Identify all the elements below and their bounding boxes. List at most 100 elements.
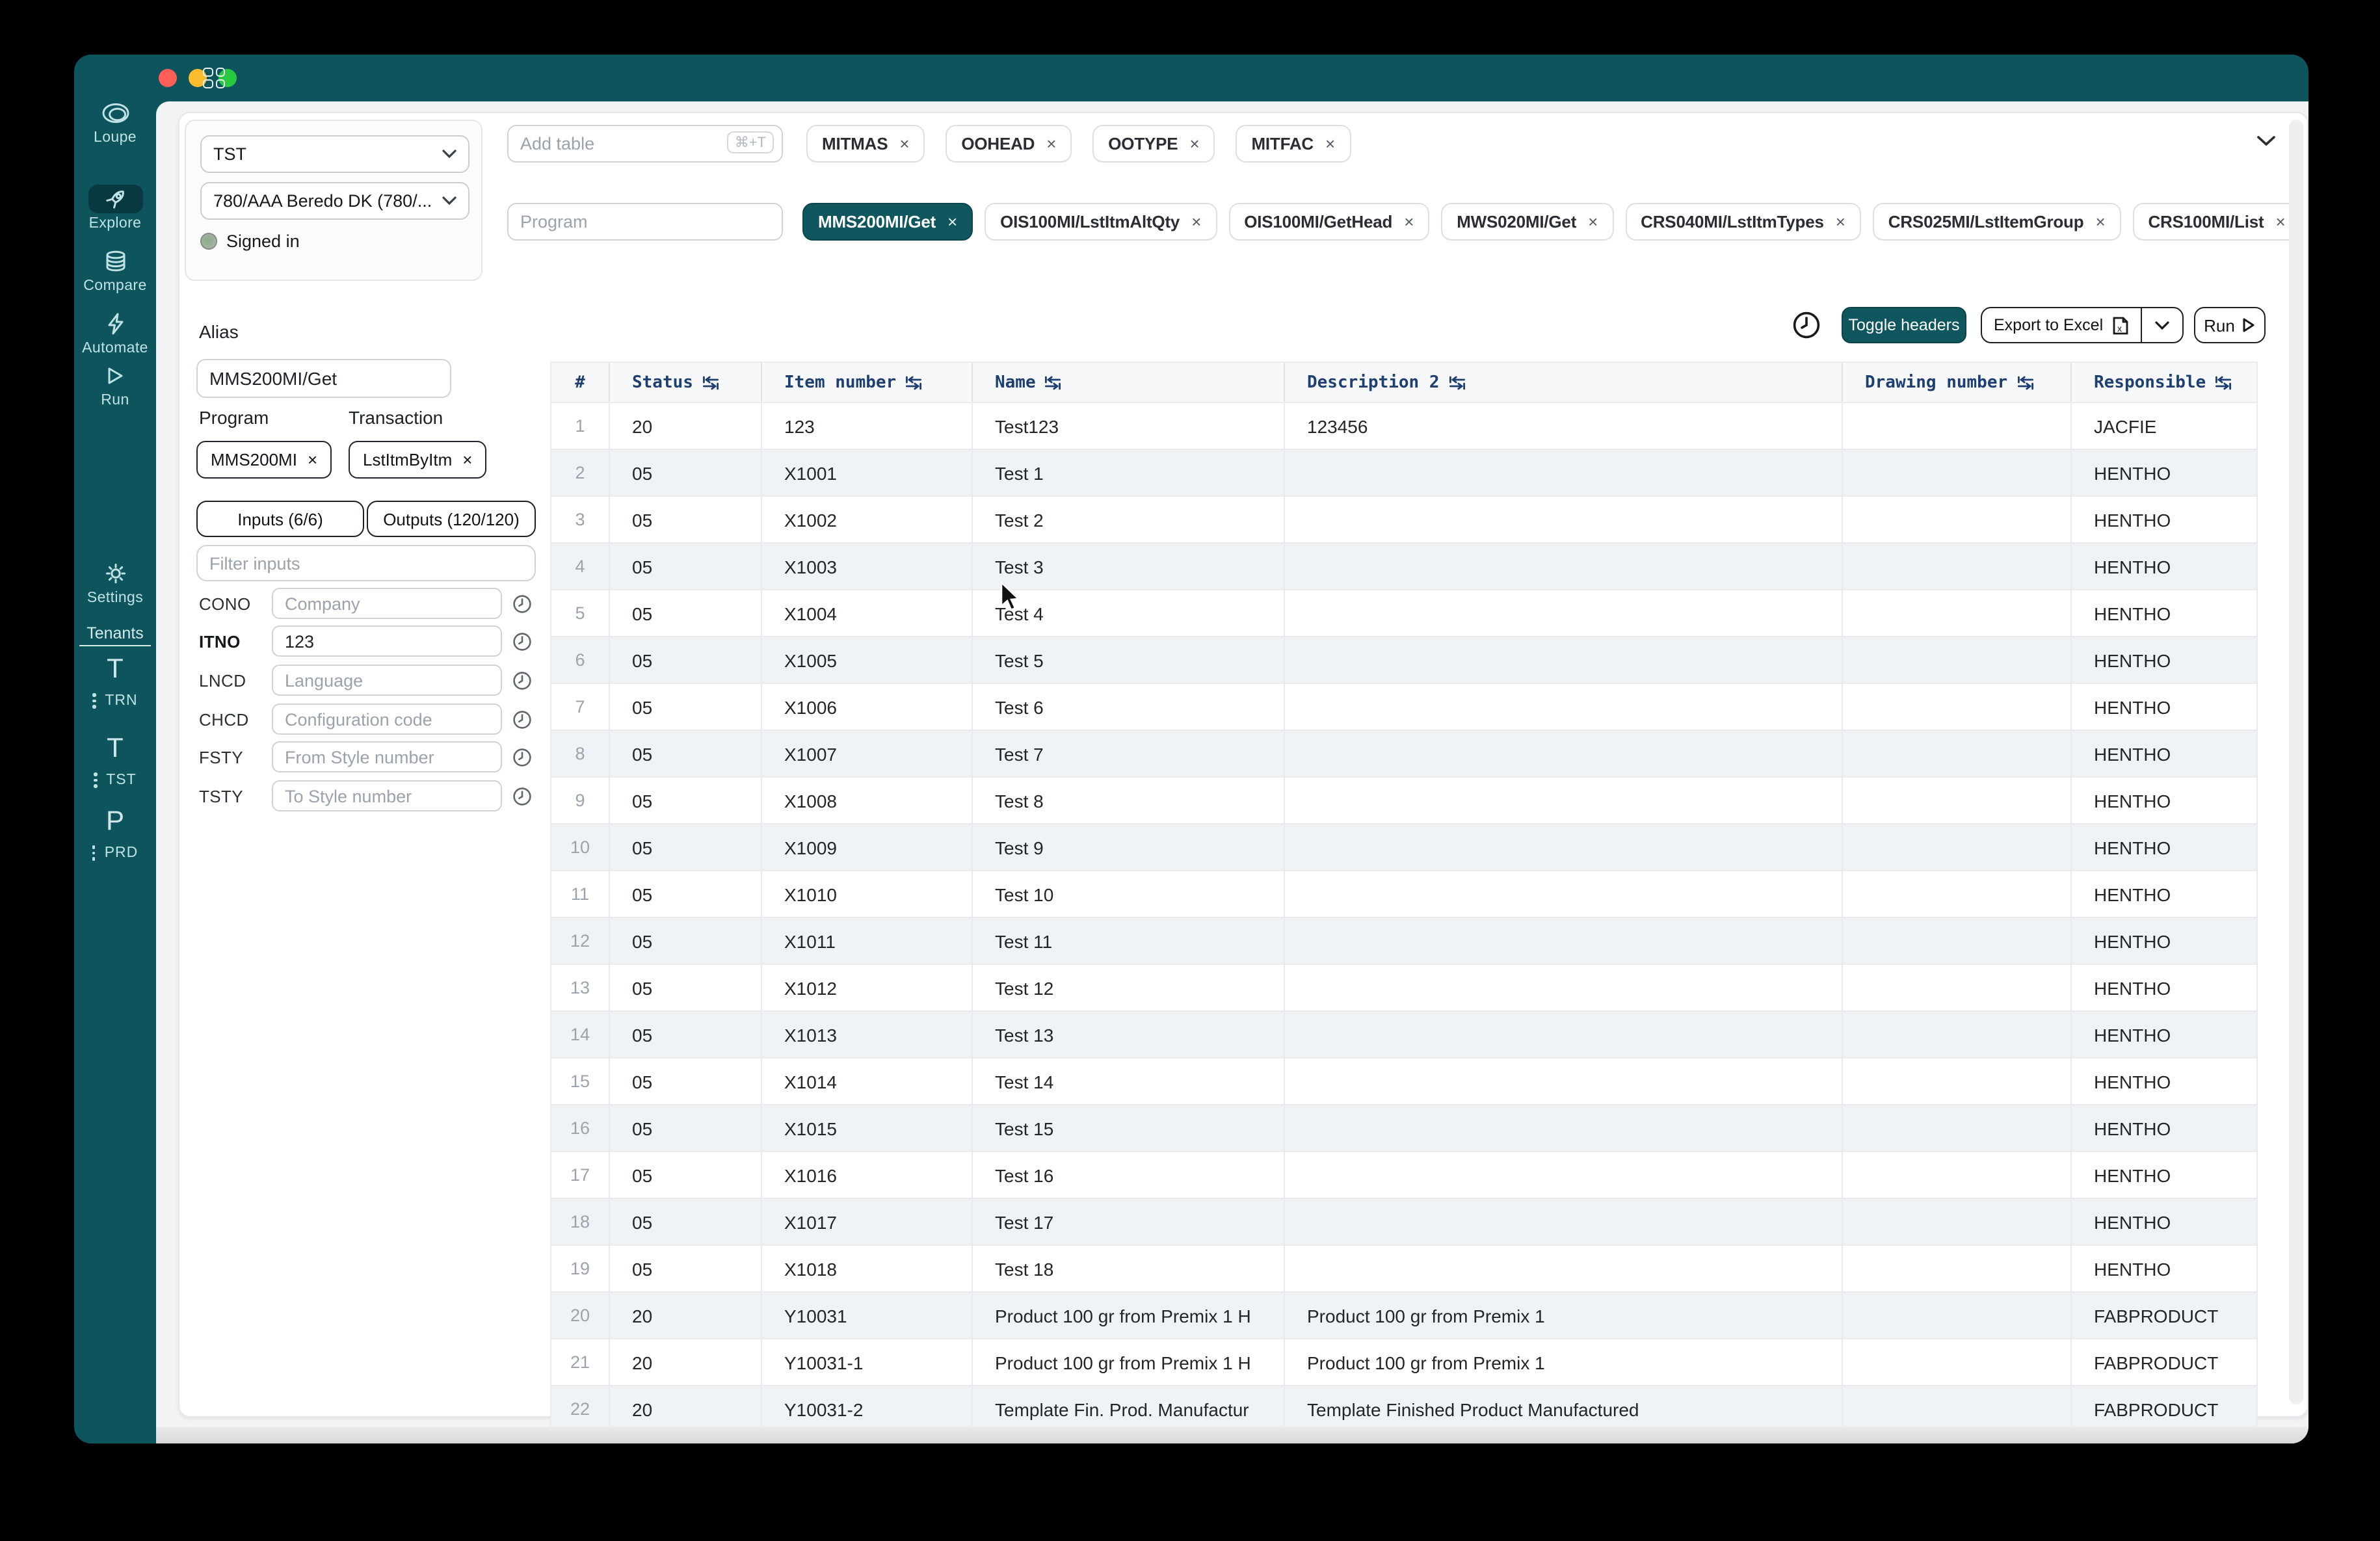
program-chip[interactable]: CRS100MI/List × (2132, 203, 2301, 241)
history-clock-icon[interactable] (512, 747, 532, 767)
remove-icon[interactable]: × (1588, 212, 1598, 231)
table-row[interactable]: 13 05 X1012 Test 12 HENTHO (551, 964, 2256, 1010)
export-main[interactable]: Export to Excel x (1982, 315, 2141, 335)
table-chip-mitfac[interactable]: MITFAC × (1236, 125, 1351, 163)
remove-icon[interactable]: × (2275, 212, 2285, 231)
remove-icon[interactable]: × (1836, 212, 1845, 231)
kebab-menu-icon[interactable] (92, 693, 96, 709)
remove-icon[interactable]: × (2095, 212, 2105, 231)
inputs-tab-button[interactable]: Inputs (6/6) (196, 501, 364, 537)
program-chip[interactable]: MMS200MI × (196, 441, 332, 479)
column-header-item-number[interactable]: Item number (761, 363, 972, 402)
sidebar-item-compare[interactable]: Compare (74, 247, 156, 294)
filter-inputs-input[interactable] (196, 545, 536, 581)
filter-sort-icon[interactable] (905, 375, 922, 389)
table-row[interactable]: 19 05 X1018 Test 18 HENTHO (551, 1245, 2256, 1291)
add-table-field[interactable]: ⌘+T (507, 125, 783, 163)
column-header-description-2[interactable]: Description 2 (1284, 363, 1842, 402)
table-row[interactable]: 10 05 X1009 Test 9 HENTHO (551, 823, 2256, 870)
remove-icon[interactable]: × (947, 212, 957, 231)
table-row[interactable]: 15 05 X1014 Test 14 HENTHO (551, 1057, 2256, 1104)
history-clock-icon[interactable] (1792, 311, 1821, 339)
history-clock-icon[interactable] (512, 786, 532, 806)
transaction-chip[interactable]: LstItmByItm × (349, 441, 487, 479)
toggle-headers-button[interactable]: Toggle headers (1842, 307, 1966, 343)
remove-icon[interactable]: × (308, 450, 317, 469)
table-row[interactable]: 11 05 X1010 Test 10 HENTHO (551, 870, 2256, 917)
param-input-itno[interactable] (272, 626, 502, 657)
tenant-item-prd[interactable]: P PRD (74, 808, 156, 861)
table-row[interactable]: 8 05 X1007 Test 7 HENTHO (551, 730, 2256, 776)
filter-sort-icon[interactable] (1449, 375, 1466, 389)
app-grid-icon[interactable] (203, 68, 225, 88)
remove-icon[interactable]: × (1325, 134, 1335, 153)
history-clock-icon[interactable] (512, 709, 532, 729)
table-row[interactable]: 17 05 X1016 Test 16 HENTHO (551, 1151, 2256, 1198)
program-chip[interactable]: CRS025MI/LstItemGroup × (1872, 203, 2121, 241)
tenant-item-tst[interactable]: T TST (74, 735, 156, 788)
program-chip[interactable]: CRS040MI/LstItmTypes × (1625, 203, 1861, 241)
filter-sort-icon[interactable] (2016, 375, 2033, 389)
table-row[interactable]: 18 05 X1017 Test 17 HENTHO (551, 1198, 2256, 1245)
sidebar-item-explore[interactable]: Explore (74, 185, 156, 231)
table-row[interactable]: 2 05 X1001 Test 1 HENTHO (551, 449, 2256, 495)
history-clock-icon[interactable] (512, 631, 532, 651)
account-select[interactable]: 780/AAA Beredo DK (780/... (200, 182, 469, 220)
remove-icon[interactable]: × (1404, 212, 1414, 231)
program-chip[interactable]: OIS100MI/LstItmAltQty × (985, 203, 1217, 241)
table-chip-ootype[interactable]: OOTYPE × (1092, 125, 1215, 163)
remove-icon[interactable]: × (462, 450, 472, 469)
sidebar-item-loupe[interactable]: Loupe (74, 99, 156, 146)
close-window-button[interactable] (159, 69, 177, 87)
history-clock-icon[interactable] (512, 670, 532, 690)
remove-icon[interactable]: × (1191, 212, 1201, 231)
param-input-chcd[interactable] (272, 704, 502, 735)
kebab-menu-icon[interactable] (92, 845, 96, 861)
table-row[interactable]: 20 20 Y10031 Product 100 gr from Premix 1 H… (551, 1291, 2256, 1338)
alias-input[interactable] (196, 359, 451, 398)
filter-sort-icon[interactable] (1045, 375, 1062, 389)
column-header-status[interactable]: Status (609, 363, 761, 402)
program-search-input[interactable] (507, 203, 783, 241)
table-row[interactable]: 5 05 X1004 Test 4 HENTHO (551, 589, 2256, 636)
param-input-lncd[interactable] (272, 665, 502, 696)
table-row[interactable]: 12 05 X1011 Test 11 HENTHO (551, 917, 2256, 964)
param-input-tsty[interactable] (272, 780, 502, 811)
sidebar-item-settings[interactable]: Settings (74, 559, 156, 606)
program-chip[interactable]: OIS100MI/GetHead × (1228, 203, 1430, 241)
param-input-fsty[interactable] (272, 741, 502, 772)
table-row[interactable]: 3 05 X1002 Test 2 HENTHO (551, 495, 2256, 542)
table-row[interactable]: 9 05 X1008 Test 8 HENTHO (551, 776, 2256, 823)
sidebar-item-run[interactable]: Run (74, 362, 156, 408)
table-chip-mitmas[interactable]: MITMAS × (806, 125, 925, 163)
vertical-scrollbar[interactable] (2289, 120, 2303, 1404)
table-row[interactable]: 7 05 X1006 Test 6 HENTHO (551, 683, 2256, 730)
remove-icon[interactable]: × (1189, 134, 1199, 153)
program-chip[interactable]: MWS020MI/Get × (1441, 203, 1614, 241)
run-button[interactable]: Run (2194, 307, 2266, 343)
column-header-name[interactable]: Name (972, 363, 1284, 402)
param-input-cono[interactable] (272, 588, 502, 619)
table-chip-oohead[interactable]: OOHEAD × (945, 125, 1072, 163)
table-row[interactable]: 4 05 X1003 Test 3 HENTHO (551, 542, 2256, 589)
history-clock-icon[interactable] (512, 594, 532, 613)
table-row[interactable]: 16 05 X1015 Test 15 HENTHO (551, 1104, 2256, 1151)
tenant-item-trn[interactable]: T TRN (74, 655, 156, 709)
table-row[interactable]: 22 20 Y10031-2 Template Fin. Prod. Manufact… (551, 1385, 2256, 1432)
kebab-menu-icon[interactable] (94, 772, 98, 788)
filter-sort-icon[interactable] (702, 375, 719, 389)
remove-icon[interactable]: × (1046, 134, 1056, 153)
table-row[interactable]: 1 20 123 Test123 123456 JACFIE (551, 402, 2256, 449)
export-split-button[interactable]: Export to Excel x (1981, 307, 2184, 343)
panel-collapse-chevron-icon[interactable] (2256, 135, 2276, 147)
filter-sort-icon[interactable] (2215, 375, 2232, 389)
remove-icon[interactable]: × (899, 134, 909, 153)
column-header-drawing-number[interactable]: Drawing number (1842, 363, 2070, 402)
outputs-tab-button[interactable]: Outputs (120/120) (367, 501, 536, 537)
program-chip[interactable]: MMS200MI/Get × (802, 203, 973, 241)
export-menu-arrow[interactable] (2142, 321, 2182, 330)
sidebar-item-automate[interactable]: Automate (74, 310, 156, 356)
column-header--[interactable]: # (551, 363, 609, 402)
table-row[interactable]: 14 05 X1013 Test 13 HENTHO (551, 1010, 2256, 1057)
table-row[interactable]: 21 20 Y10031-1 Product 100 gr from Premix 1… (551, 1338, 2256, 1385)
